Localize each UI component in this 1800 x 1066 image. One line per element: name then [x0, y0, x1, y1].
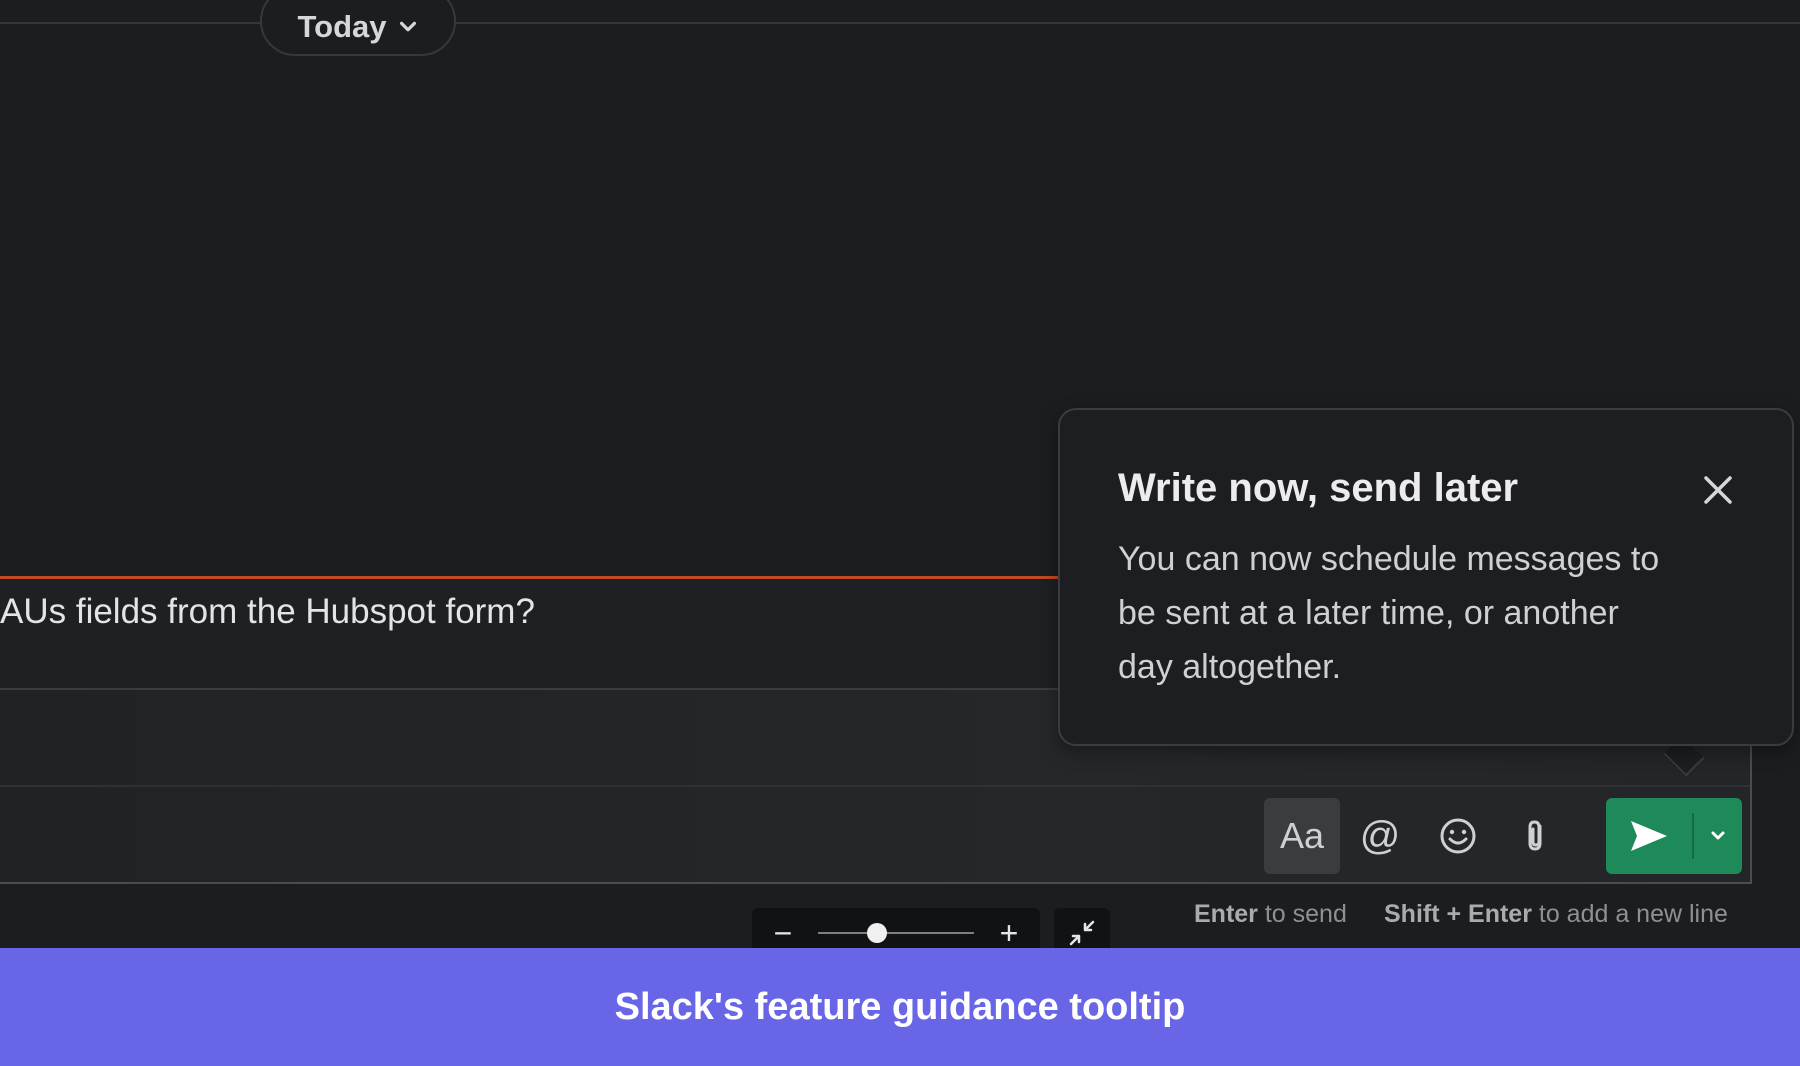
- schedule-send-dropdown[interactable]: [1694, 798, 1742, 874]
- tooltip-title: Write now, send later: [1118, 466, 1519, 510]
- send-key: Enter: [1194, 900, 1258, 928]
- composer-toolbar-separator: [0, 785, 1750, 787]
- date-jump-button[interactable]: Today: [260, 0, 456, 56]
- zoom-in-button[interactable]: +: [992, 917, 1026, 948]
- chevron-down-icon: [1711, 831, 1725, 840]
- zoom-out-button[interactable]: −: [766, 917, 800, 948]
- send-button-group: [1606, 798, 1742, 874]
- emoji-button[interactable]: [1420, 798, 1496, 874]
- zoom-slider[interactable]: [818, 923, 974, 943]
- newline-key: Shift + Enter: [1384, 900, 1532, 928]
- paperclip-icon: [1528, 820, 1542, 851]
- chevron-down-icon: [399, 21, 416, 32]
- feature-tooltip: Write now, send later You can now schedu…: [1058, 408, 1794, 746]
- caption-banner: Slack's feature guidance tooltip: [0, 948, 1800, 1066]
- collapse-icon: [1069, 920, 1095, 946]
- newline-shortcut-hint: Shift + Enter to add a new line: [1384, 900, 1728, 929]
- send-button[interactable]: [1606, 798, 1692, 874]
- exit-fullscreen-button[interactable]: [1054, 908, 1110, 948]
- mention-button[interactable]: @: [1342, 798, 1418, 874]
- new-messages-line: [0, 576, 1060, 579]
- date-label: Today: [297, 9, 387, 44]
- send-shortcut-hint: Enter to send: [1194, 900, 1347, 929]
- newline-hint-text: to add a new line: [1531, 900, 1728, 928]
- zoom-controls: − +: [752, 908, 1040, 948]
- slack-app-window: Today AUs fields from the Hubspot form? …: [0, 0, 1800, 948]
- tooltip-close-button[interactable]: [1696, 468, 1740, 512]
- send-hint-text: to send: [1257, 900, 1347, 928]
- emoji-icon: [1440, 818, 1476, 854]
- formatting-toggle-button[interactable]: Aa: [1264, 798, 1340, 874]
- tooltip-body: You can now schedule messages to be sent…: [1118, 540, 1660, 686]
- message-text: AUs fields from the Hubspot form?: [0, 592, 535, 631]
- send-icon: [1631, 821, 1667, 851]
- zoom-slider-thumb[interactable]: [867, 923, 888, 943]
- attach-file-button[interactable]: [1498, 798, 1574, 874]
- close-icon: [1704, 476, 1732, 504]
